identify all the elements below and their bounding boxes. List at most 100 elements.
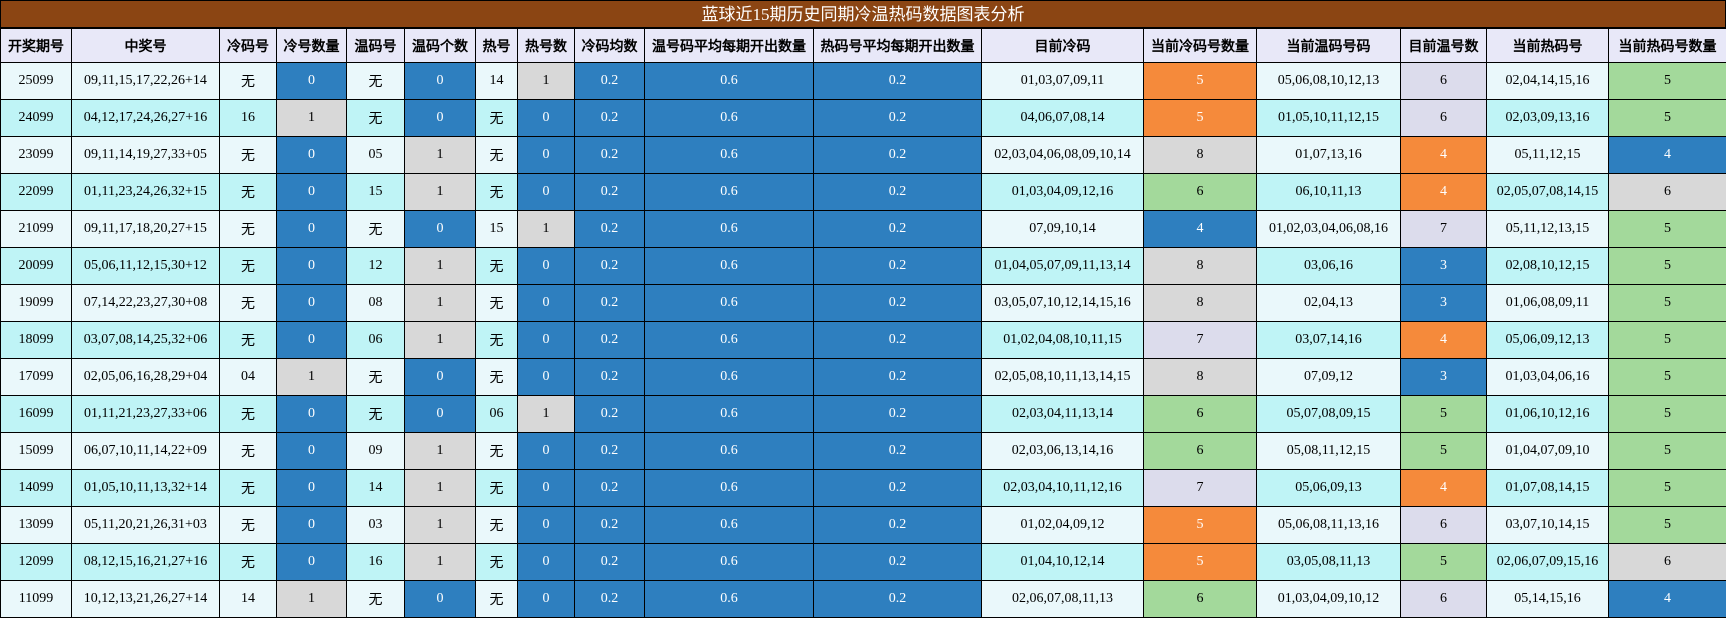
table-row: 15099 06,07,10,11,14,22+09 无 0 09 1 无 0 0.2 0.6 0.…	[0, 432, 1726, 470]
table-cell: 8	[1143, 358, 1257, 396]
table-cell: 01,03,04,06,16	[1486, 358, 1609, 396]
table-cell: 0.2	[574, 62, 645, 100]
table-cell: 05	[346, 136, 405, 174]
table-cell: 0.6	[644, 284, 814, 322]
table-cell: 0.6	[644, 358, 814, 396]
table-cell: 02,05,06,16,28,29+04	[71, 358, 220, 396]
column-header: 热号	[475, 28, 518, 63]
table-cell: 无	[219, 395, 277, 433]
table-cell: 01,02,04,09,12	[981, 506, 1144, 544]
table-cell: 5	[1608, 506, 1726, 544]
column-header: 热号数	[517, 28, 575, 63]
table-cell: 02,03,04,06,08,09,10,14	[981, 136, 1144, 174]
table-cell: 0	[517, 284, 575, 322]
table-cell: 0	[404, 580, 476, 618]
column-header: 当前热码号	[1486, 28, 1609, 63]
table-cell: 14	[219, 580, 277, 618]
table-cell: 07,09,12	[1256, 358, 1401, 396]
table-cell: 0	[276, 469, 347, 507]
table-cell: 02,08,10,12,15	[1486, 247, 1609, 285]
table-cell: 0.2	[574, 358, 645, 396]
table-cell: 7	[1400, 210, 1487, 248]
table-cell: 03,07,10,14,15	[1486, 506, 1609, 544]
table-cell: 7	[1143, 469, 1257, 507]
table-cell: 13099	[0, 506, 72, 544]
table-cell: 20099	[0, 247, 72, 285]
table-cell: 无	[475, 321, 518, 359]
table-cell: 0	[517, 506, 575, 544]
table-cell: 01,05,10,11,13,32+14	[71, 469, 220, 507]
table-cell: 0.2	[813, 284, 982, 322]
table-cell: 12099	[0, 543, 72, 581]
column-header: 当前温码号码	[1256, 28, 1401, 63]
table-cell: 无	[346, 580, 405, 618]
table-cell: 10,12,13,21,26,27+14	[71, 580, 220, 618]
table-cell: 0.6	[644, 62, 814, 100]
table-cell: 01,02,04,08,10,11,15	[981, 321, 1144, 359]
table-cell: 0.2	[574, 321, 645, 359]
table-cell: 09,11,17,18,20,27+15	[71, 210, 220, 248]
table-row: 16099 01,11,21,23,27,33+06 无 0 无 0 06 1 0.2 0.6 0.…	[0, 395, 1726, 433]
table-cell: 0.2	[574, 284, 645, 322]
column-header: 当前热码号数量	[1608, 28, 1726, 63]
table-cell: 05,11,12,15	[1486, 136, 1609, 174]
table-cell: 0.2	[813, 543, 982, 581]
table-cell: 1	[404, 432, 476, 470]
table-cell: 01,11,21,23,27,33+06	[71, 395, 220, 433]
table-cell: 25099	[0, 62, 72, 100]
table-cell: 0	[276, 210, 347, 248]
table-cell: 0	[276, 247, 347, 285]
table-cell: 0.2	[813, 580, 982, 618]
table-cell: 01,04,10,12,14	[981, 543, 1144, 581]
table-cell: 3	[1400, 247, 1487, 285]
table-cell: 3	[1400, 358, 1487, 396]
table-row: 22099 01,11,23,24,26,32+15 无 0 15 1 无 0 0.2 0.6 0.…	[0, 173, 1726, 211]
table-cell: 15099	[0, 432, 72, 470]
table-cell: 0.2	[813, 395, 982, 433]
column-header: 温码个数	[404, 28, 476, 63]
table-cell: 0	[276, 173, 347, 211]
table-row: 17099 02,05,06,16,28,29+04 04 1 无 0 无 0 0.2 0.6 0.…	[0, 358, 1726, 396]
table-cell: 16099	[0, 395, 72, 433]
table-cell: 6	[1143, 432, 1257, 470]
table-cell: 05,14,15,16	[1486, 580, 1609, 618]
table-cell: 5	[1608, 247, 1726, 285]
table-cell: 0.2	[813, 358, 982, 396]
table-cell: 0.2	[813, 136, 982, 174]
table-cell: 5	[1608, 395, 1726, 433]
table-cell: 05,11,20,21,26,31+03	[71, 506, 220, 544]
table-cell: 0.6	[644, 247, 814, 285]
table-cell: 04,06,07,08,14	[981, 99, 1144, 137]
table-cell: 0	[517, 173, 575, 211]
table-cell: 无	[219, 284, 277, 322]
table-cell: 0.2	[813, 247, 982, 285]
table-cell: 15	[475, 210, 518, 248]
table-cell: 02,04,14,15,16	[1486, 62, 1609, 100]
table-cell: 01,04,07,09,10	[1486, 432, 1609, 470]
table-cell: 1	[276, 99, 347, 137]
table-cell: 0	[276, 543, 347, 581]
table-cell: 08,12,15,16,21,27+16	[71, 543, 220, 581]
table-cell: 15	[346, 173, 405, 211]
table-cell: 6	[1143, 395, 1257, 433]
table-cell: 无	[346, 358, 405, 396]
table-row: 12099 08,12,15,16,21,27+16 无 0 16 1 无 0 0.2 0.6 0.…	[0, 543, 1726, 581]
table-cell: 无	[219, 543, 277, 581]
table-cell: 0	[276, 506, 347, 544]
table-cell: 无	[219, 432, 277, 470]
table-cell: 02,03,09,13,16	[1486, 99, 1609, 137]
table-cell: 0.6	[644, 395, 814, 433]
table-cell: 0	[517, 99, 575, 137]
table-cell: 02,05,08,10,11,13,14,15	[981, 358, 1144, 396]
table-cell: 5	[1400, 395, 1487, 433]
table-cell: 12	[346, 247, 405, 285]
table-cell: 4	[1608, 136, 1726, 174]
table-row: 14099 01,05,10,11,13,32+14 无 0 14 1 无 0 0.2 0.6 0.…	[0, 469, 1726, 507]
table-cell: 03,05,07,10,12,14,15,16	[981, 284, 1144, 322]
table-row: 21099 09,11,17,18,20,27+15 无 0 无 0 15 1 0.2 0.6 0.…	[0, 210, 1726, 248]
table-cell: 0	[517, 469, 575, 507]
table-cell: 05,06,08,10,12,13	[1256, 62, 1401, 100]
table-cell: 0.2	[574, 395, 645, 433]
table-cell: 02,05,07,08,14,15	[1486, 173, 1609, 211]
table-cell: 4	[1400, 321, 1487, 359]
